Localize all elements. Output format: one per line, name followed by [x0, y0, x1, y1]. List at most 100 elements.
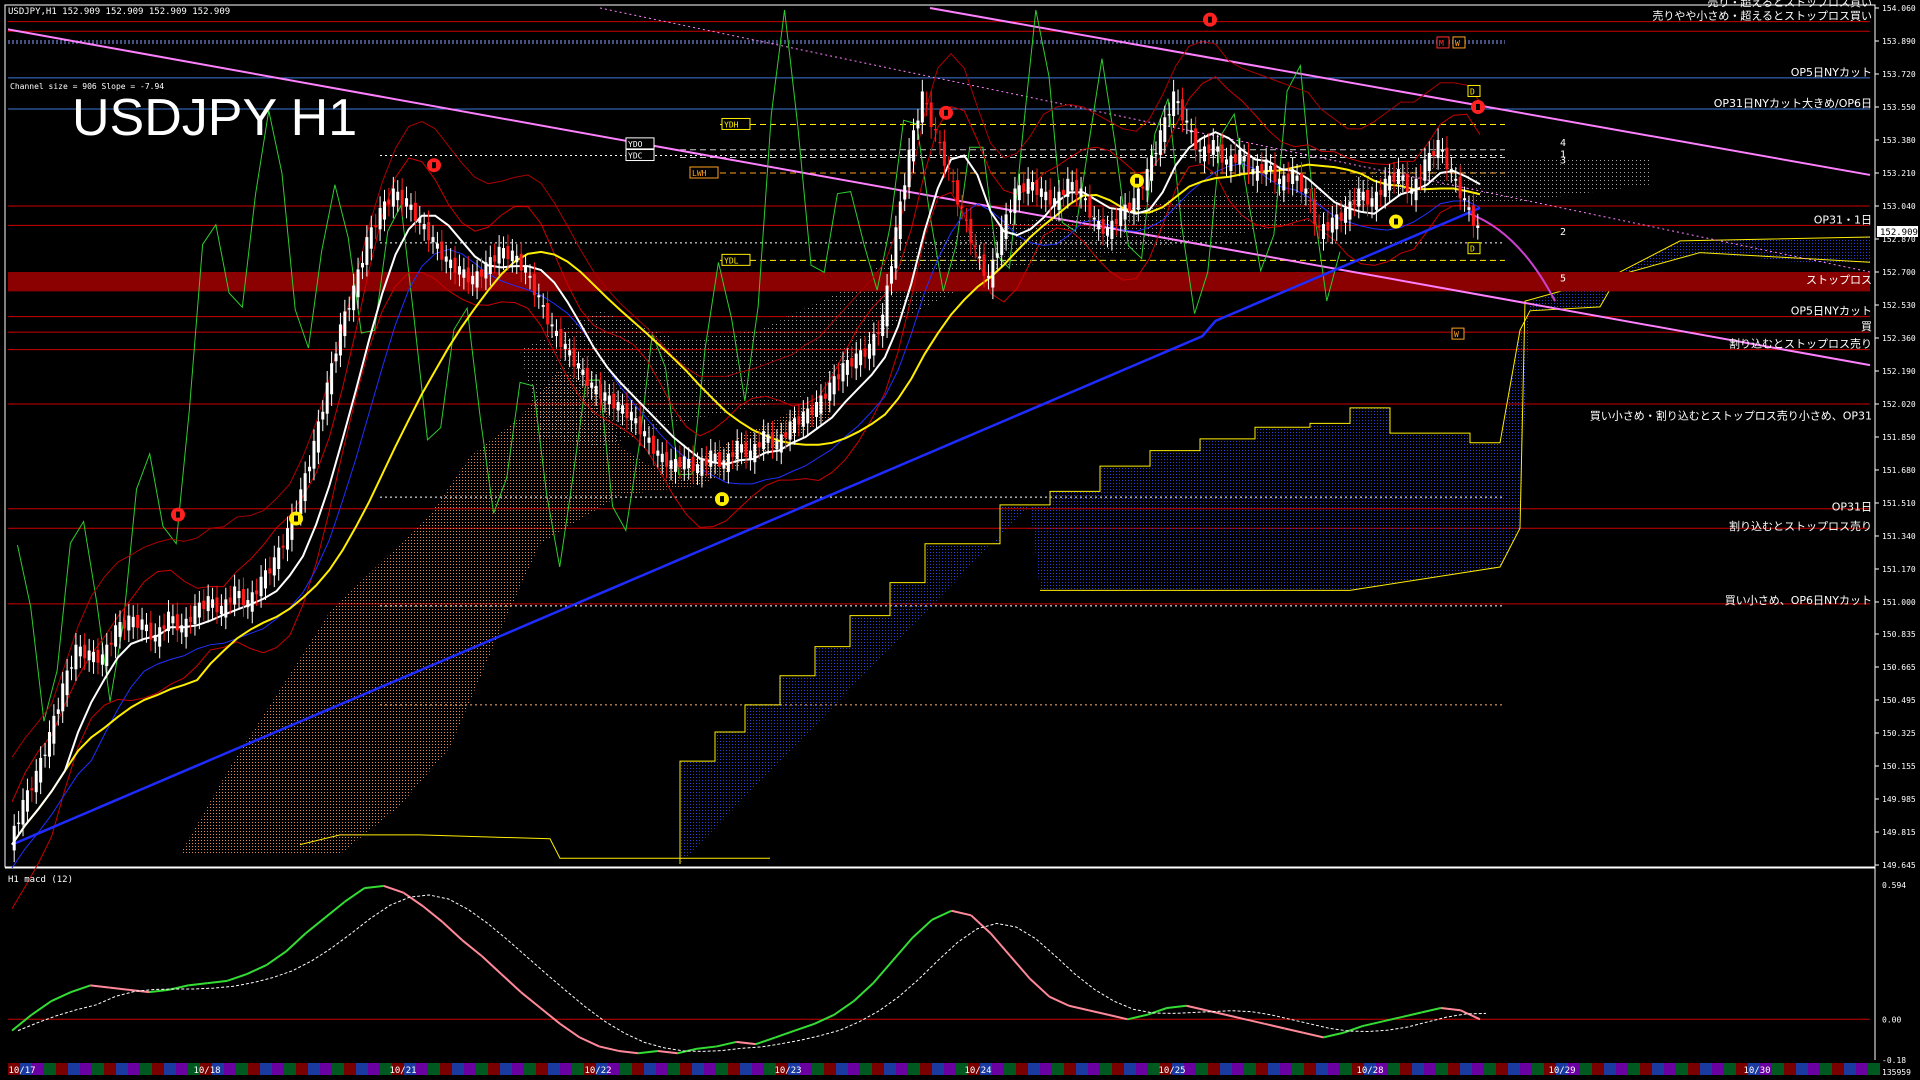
time-strip-block	[284, 1063, 296, 1075]
time-strip-block	[176, 1063, 188, 1075]
candle-body	[1154, 152, 1158, 155]
candle-body	[1075, 180, 1079, 195]
time-strip-block	[476, 1063, 488, 1075]
candle-body	[166, 611, 170, 632]
time-strip-block	[1232, 1063, 1244, 1075]
candle-body	[1061, 189, 1065, 195]
time-strip-block	[1388, 1063, 1400, 1075]
candle-body	[744, 442, 748, 458]
candle-body	[453, 257, 457, 273]
price-tick-label: 150.835	[1882, 630, 1916, 639]
time-strip-block	[536, 1063, 548, 1075]
candle-body	[378, 207, 382, 230]
level-label: 割り込むとストップロス売り	[1729, 519, 1872, 533]
candle-body	[713, 453, 717, 463]
candle-body	[334, 353, 338, 362]
macd-segment	[90, 984, 110, 989]
macd-segment	[1107, 1013, 1128, 1021]
candle-body	[1022, 183, 1026, 192]
candle-body	[863, 348, 867, 357]
level-label: OP31日NYカット大きめ/OP6日	[1714, 96, 1872, 110]
candle-body	[1207, 144, 1211, 153]
candle-body	[1370, 198, 1374, 207]
time-strip-block	[356, 1063, 368, 1075]
price-tick-label: 151.680	[1882, 466, 1916, 475]
candle-body	[700, 459, 704, 476]
macd-tick-label: 0.00	[1882, 1015, 1901, 1024]
candle-body	[1335, 214, 1339, 230]
candle-body	[1326, 222, 1330, 231]
candle-body	[39, 757, 43, 783]
time-strip-block	[1532, 1063, 1544, 1075]
level-box-label: LWH	[692, 169, 707, 178]
candle-body	[360, 262, 364, 268]
macd-segment	[70, 984, 91, 994]
candle-body	[964, 219, 968, 221]
candle-body	[991, 259, 995, 288]
signal-marker-center	[1135, 177, 1139, 184]
candle-body	[1269, 165, 1273, 172]
macd-segment	[1401, 1011, 1422, 1019]
time-strip-block	[1220, 1063, 1232, 1075]
time-strip-block	[1676, 1063, 1688, 1075]
candle-body	[1322, 224, 1326, 239]
macd-panel	[8, 884, 1870, 1055]
candle-body	[277, 547, 281, 569]
price-tick-label: 153.550	[1882, 103, 1916, 112]
price-tick-label: 152.360	[1882, 334, 1916, 343]
candle-body	[158, 627, 162, 647]
macd-segment	[1421, 1007, 1442, 1014]
macd-segment	[852, 982, 874, 1002]
candle-body	[47, 732, 51, 757]
candle-body	[1189, 130, 1193, 133]
level-box-label: YDH	[724, 120, 739, 129]
level-label: OP31・1日	[1814, 213, 1872, 226]
candle-body	[929, 102, 933, 128]
time-strip-block	[1496, 1063, 1508, 1075]
candle-body	[1150, 156, 1154, 181]
candle-body	[466, 267, 470, 283]
candle-body	[1454, 178, 1458, 181]
candle-body	[762, 431, 766, 450]
level-label: 割り込むとストップロス売り	[1729, 337, 1872, 351]
macd-signal	[17, 894, 1487, 1052]
candle-body	[1141, 186, 1145, 189]
candle-body	[1264, 159, 1268, 175]
chart-canvas: YDHYDOYDCLWHYDLM WDDW12345 154.060153.890…	[4, 0, 1918, 1077]
time-strip-block	[1820, 1063, 1832, 1075]
candle-body	[413, 202, 417, 221]
candle-body	[1344, 207, 1348, 223]
candle-body	[938, 141, 942, 144]
level-label: OP5日NYカット	[1791, 305, 1872, 318]
time-strip-block	[812, 1063, 824, 1075]
macd-segment	[1009, 955, 1031, 980]
candle-body	[1392, 173, 1396, 183]
candle-body	[1401, 175, 1405, 181]
candle-body	[735, 440, 739, 459]
candle-body	[193, 605, 197, 624]
signal-marker-center	[720, 496, 724, 503]
macd-segment	[696, 1045, 717, 1050]
candle-body	[488, 257, 492, 274]
price-tick-label: 152.530	[1882, 301, 1916, 310]
level-box-label: YDL	[724, 256, 739, 265]
time-strip-block	[1208, 1063, 1220, 1075]
candle-body	[607, 395, 611, 404]
price-tick-label: 151.000	[1882, 598, 1916, 607]
time-strip-block	[800, 1063, 812, 1075]
time-strip-block	[296, 1063, 308, 1075]
signal-marker-center	[432, 162, 436, 169]
candle-body	[837, 374, 841, 380]
candle-body	[1388, 175, 1392, 191]
candle-body	[1467, 207, 1471, 210]
candle-body	[259, 576, 263, 597]
candle-body	[365, 237, 369, 265]
macd-header: H1 macd (12)	[8, 875, 73, 885]
time-strip-block	[1292, 1063, 1304, 1075]
candle-body	[1180, 99, 1184, 121]
candle-body	[585, 367, 589, 386]
candle-body	[810, 406, 814, 415]
candle-body	[17, 822, 21, 824]
candle-body	[1405, 173, 1409, 192]
level-label: 買い小さめ、OP6日NYカット	[1725, 594, 1872, 607]
